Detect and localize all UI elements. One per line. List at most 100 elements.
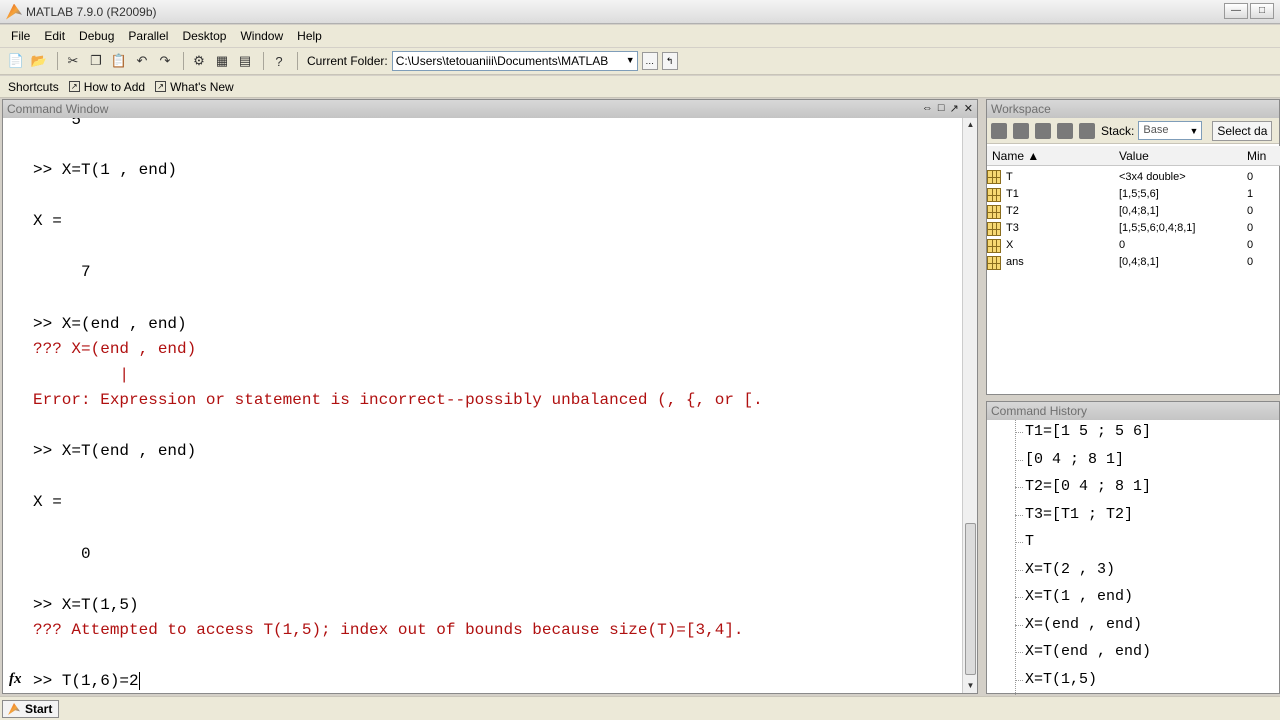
new-variable-icon[interactable] <box>991 122 1007 139</box>
matrix-variable-icon <box>987 222 1001 236</box>
cut-icon[interactable]: ✂ <box>63 51 83 71</box>
command-window-scrollbar[interactable]: ▲ ▼ <box>962 118 977 693</box>
variable-value: <3x4 double> <box>1119 171 1186 183</box>
command-line: >> X=T(1,5) <box>33 596 139 614</box>
history-entry[interactable]: T2=[0 4 ; 8 1] <box>1025 478 1151 496</box>
open-folder-icon[interactable]: 📂 <box>29 51 49 71</box>
menu-bar: File Edit Debug Parallel Desktop Window … <box>0 25 1280 47</box>
workspace-table-header: Name ▲ Value Min <box>987 146 1280 166</box>
shortcut-icon: ↗ <box>68 81 80 92</box>
shortcut-whats-new[interactable]: ↗ What's New <box>155 80 234 94</box>
redo-icon[interactable]: ↷ <box>155 51 175 71</box>
workspace-row[interactable]: X 0 0 <box>987 237 1280 254</box>
column-header-min[interactable]: Min <box>1247 149 1266 163</box>
chevron-down-icon: ▼ <box>1189 126 1199 136</box>
simulink-icon[interactable]: ⚙ <box>189 51 209 71</box>
output-line: 0 <box>33 545 91 563</box>
history-branch <box>1015 432 1023 433</box>
copy-icon[interactable]: ❐ <box>86 51 106 71</box>
select-data-button[interactable]: Select da <box>1212 120 1273 141</box>
menu-desktop[interactable]: Desktop <box>175 25 233 47</box>
close-icon[interactable]: ✕ <box>964 102 973 115</box>
scrollbar-thumb[interactable] <box>965 523 976 675</box>
command-window-output[interactable]: 5 >> X=T(1 , end) X = 7 >> X=(end , end)… <box>3 118 963 693</box>
command-input-line[interactable]: >> T(1,6)=2 <box>33 671 140 691</box>
history-entry[interactable]: X=T(1 , end) <box>1025 588 1133 606</box>
command-window: Command Window ⇔ □ ↗ ✕ 5 >> X=T(1 , end)… <box>2 99 978 694</box>
shortcuts-label[interactable]: Shortcuts <box>8 80 59 94</box>
history-entry[interactable]: X=T(1,5) <box>1025 671 1097 689</box>
minimize-icon[interactable]: — <box>1224 3 1248 19</box>
guide-icon[interactable]: ▦ <box>212 51 232 71</box>
menu-window[interactable]: Window <box>233 25 290 47</box>
history-entry[interactable]: X=T(end , end) <box>1025 643 1151 661</box>
current-folder-combo[interactable]: C:\Users\tetouaniii\Documents\MATLAB ▼ <box>391 51 638 71</box>
new-file-icon[interactable]: 📄 <box>6 51 26 71</box>
undo-icon[interactable]: ↶ <box>132 51 152 71</box>
menu-debug[interactable]: Debug <box>72 25 121 47</box>
workspace-toolbar: Stack: Base ▼ Select da <box>987 118 1279 144</box>
scroll-up-icon[interactable]: ▲ <box>963 118 978 132</box>
history-entry[interactable]: T <box>1025 533 1034 551</box>
stack-value: Base <box>1143 124 1169 136</box>
column-header-name[interactable]: Name ▲ <box>992 149 1039 163</box>
panel-controls: ⇔ □ ↗ ✕ <box>922 102 973 115</box>
history-branch <box>1015 570 1023 571</box>
profiler-icon[interactable]: ▤ <box>235 51 255 71</box>
undock-panel-icon[interactable]: ↗ <box>950 102 959 115</box>
browse-folder-icon[interactable]: … <box>641 52 658 70</box>
history-entry[interactable]: X=T(2 , 3) <box>1025 561 1115 579</box>
import-data-icon[interactable] <box>1035 122 1051 139</box>
workspace-row[interactable]: T3 [1,5;5,6;0,4;8,1] 0 <box>987 220 1280 237</box>
command-line: >> X=T(1 , end) <box>33 161 178 179</box>
menu-help[interactable]: Help <box>290 25 329 47</box>
column-header-value[interactable]: Value <box>1119 149 1149 163</box>
workspace-row[interactable]: T2 [0,4;8,1] 0 <box>987 203 1280 220</box>
history-entry[interactable]: X=(end , end) <box>1025 616 1142 634</box>
variable-min: 0 <box>1247 239 1254 251</box>
history-branch <box>1015 542 1023 543</box>
history-branch <box>1015 680 1023 681</box>
paste-icon[interactable]: 📋 <box>109 51 129 71</box>
help-icon[interactable]: ? <box>269 51 289 71</box>
chevron-down-icon[interactable]: ▼ <box>626 55 635 65</box>
main-toolbar: 📄 📂 ✂ ❐ 📋 ↶ ↷ ⚙ ▦ ▤ ? Current Folder: C:… <box>0 48 1280 75</box>
menu-parallel[interactable]: Parallel <box>121 25 175 47</box>
delete-variable-icon[interactable] <box>1079 122 1095 139</box>
maximize-icon[interactable]: □ <box>1250 3 1274 19</box>
shortcut-how-to-add[interactable]: ↗ How to Add <box>68 80 145 94</box>
scroll-down-icon[interactable]: ▼ <box>963 679 978 693</box>
panel-menu-icon[interactable]: ⇔ <box>922 102 933 115</box>
workspace-row[interactable]: ans [0,4;8,1] 0 <box>987 254 1280 271</box>
save-workspace-icon[interactable] <box>1057 122 1073 139</box>
history-tree-line <box>1015 420 1016 695</box>
go-up-folder-icon[interactable]: ↰ <box>661 52 678 70</box>
start-button[interactable]: Start <box>2 700 60 718</box>
function-browser-icon[interactable]: fx <box>9 671 22 688</box>
variable-value: [1,5;5,6] <box>1119 188 1159 200</box>
error-line: Error: Expression or statement is incorr… <box>33 391 763 409</box>
open-variable-icon[interactable] <box>1013 122 1029 139</box>
variable-min: 0 <box>1247 171 1254 183</box>
maximize-panel-icon[interactable]: □ <box>938 102 945 115</box>
variable-value: [0,4;8,1] <box>1119 205 1159 217</box>
menu-edit[interactable]: Edit <box>37 25 72 47</box>
error-line: ??? X=(end , end) <box>33 340 197 358</box>
matrix-variable-icon <box>987 188 1001 202</box>
history-branch <box>1015 460 1023 461</box>
variable-name: ans <box>1006 256 1024 268</box>
history-entry[interactable]: T3=[T1 ; T2] <box>1025 506 1133 524</box>
command-input[interactable]: T(1,6)=2 <box>62 672 139 690</box>
workspace-row[interactable]: T1 [1,5;5,6] 1 <box>987 186 1280 203</box>
output-line: X = <box>33 493 62 511</box>
variable-min: 0 <box>1247 222 1254 234</box>
history-entry[interactable]: T1=[1 5 ; 5 6] <box>1025 423 1151 441</box>
stack-select[interactable]: Base ▼ <box>1138 121 1203 140</box>
matlab-start-icon <box>8 703 20 715</box>
current-folder-input[interactable]: C:\Users\tetouaniii\Documents\MATLAB <box>391 51 638 71</box>
workspace-row[interactable]: T <3x4 double> 0 <box>987 169 1280 186</box>
matrix-variable-icon <box>987 239 1001 253</box>
menu-file[interactable]: File <box>4 25 37 47</box>
history-entry[interactable]: [0 4 ; 8 1] <box>1025 451 1124 469</box>
history-branch <box>1015 597 1023 598</box>
